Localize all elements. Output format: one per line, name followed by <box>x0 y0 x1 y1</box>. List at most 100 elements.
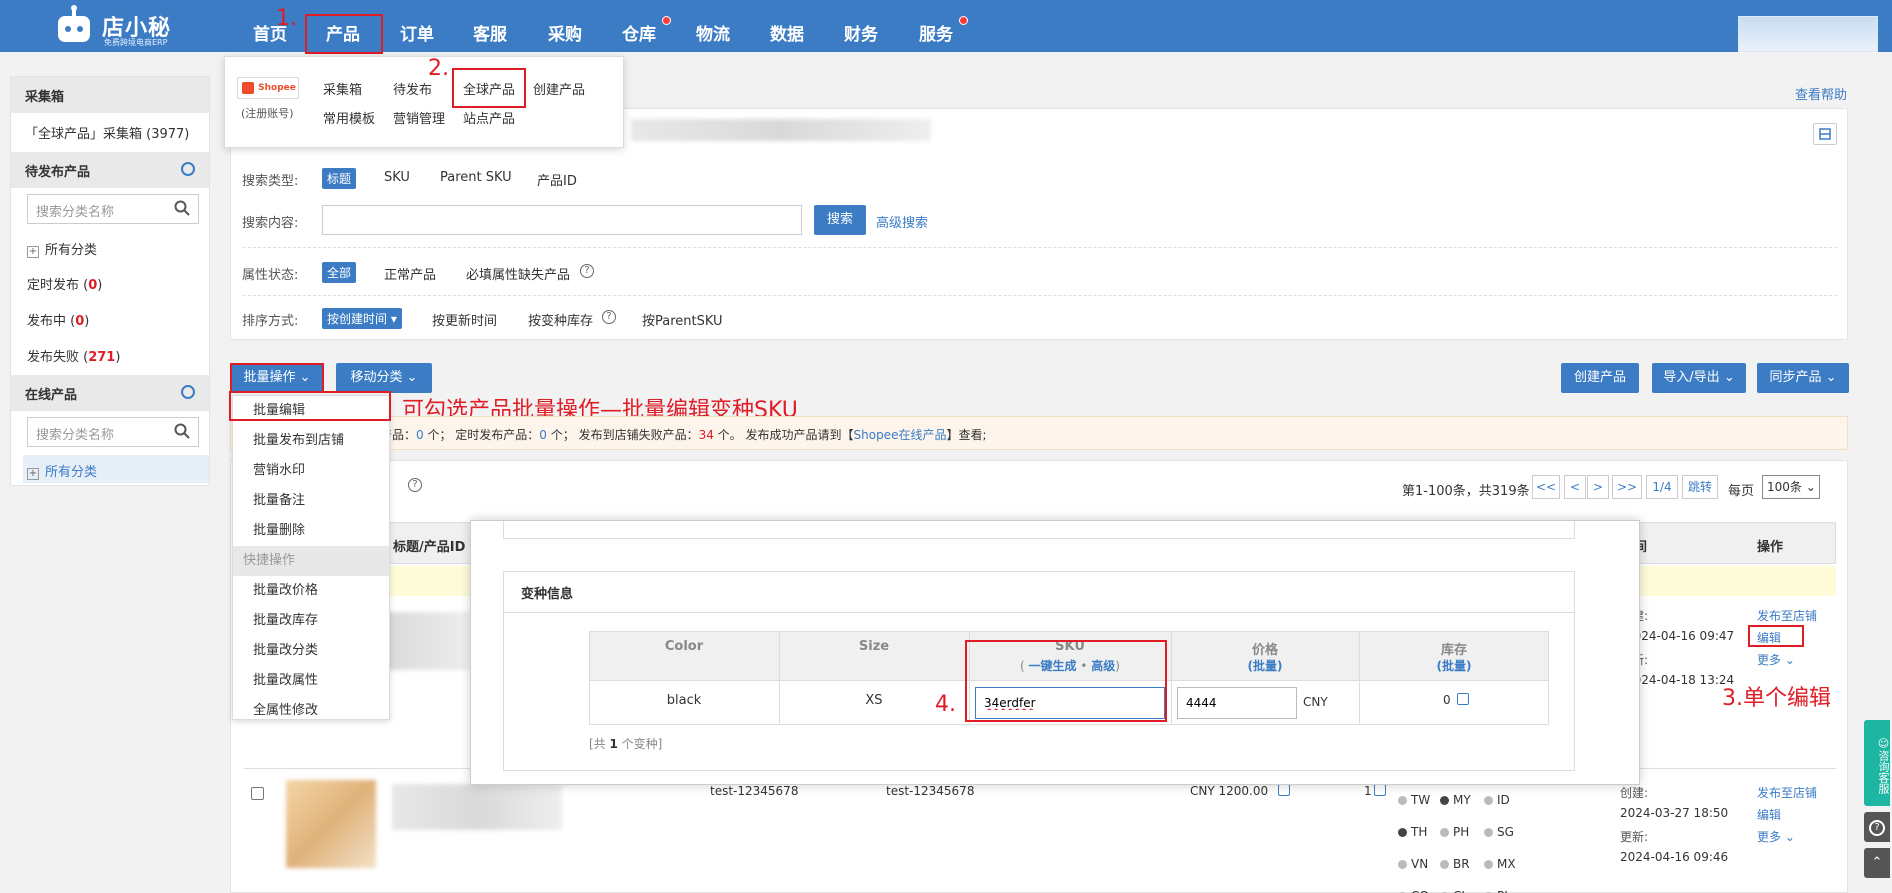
move-category-button[interactable]: 移动分类 ⌄ <box>336 363 432 393</box>
sort-by-stock[interactable]: 按变种库存 <box>528 310 593 329</box>
page-jump[interactable]: 跳转 <box>1682 475 1718 499</box>
row1-updated: 2024-04-18 13:24 <box>1626 673 1735 687</box>
batch-attr-item[interactable]: 批量改属性 <box>233 666 389 696</box>
search-type-title[interactable]: 标题 <box>322 168 357 189</box>
search-button[interactable]: 搜索 <box>814 205 866 235</box>
import-export-button[interactable]: 导入/导出 ⌄ <box>1652 363 1746 393</box>
sidebar-item-publishing[interactable]: 发布中 (0) <box>27 310 89 329</box>
nav-orders[interactable]: 订单 <box>385 20 449 45</box>
sidebar-item-global-collect[interactable]: 「全球产品」采集箱 (3977) <box>25 123 189 142</box>
product-thumbnail[interactable] <box>286 780 376 868</box>
back-to-top-button[interactable]: ⌃ <box>1864 848 1890 878</box>
page-number[interactable]: 1/4 <box>1646 475 1678 499</box>
brand-logo[interactable]: 店小秘 免费跨境电商ERP <box>52 4 182 48</box>
attr-all[interactable]: 全部 <box>322 262 357 283</box>
site-sg[interactable]: SG <box>1484 816 1524 848</box>
nav-warehouse[interactable]: 仓库 <box>607 20 671 45</box>
help-circle-icon[interactable]: ? <box>602 310 616 324</box>
batch-price-item[interactable]: 批量改价格 <box>233 576 389 606</box>
sort-by-updated[interactable]: 按更新时间 <box>432 310 497 329</box>
nav-logistics[interactable]: 物流 <box>681 20 745 45</box>
search-type-parent-sku[interactable]: Parent SKU <box>440 170 512 185</box>
site-cl[interactable]: CL <box>1440 880 1484 893</box>
search-content-input[interactable] <box>322 205 802 235</box>
help-link[interactable]: 查看帮助 <box>1795 84 1847 103</box>
site-ph[interactable]: PH <box>1440 816 1484 848</box>
search-icon[interactable] <box>174 200 190 220</box>
batch-stock-item[interactable]: 批量改库存 <box>233 606 389 636</box>
menu-pending[interactable]: 待发布 <box>393 79 432 98</box>
batch-publish-item[interactable]: 批量发布到店铺 <box>233 426 389 456</box>
shopee-online-link[interactable]: Shopee在线产品 <box>854 428 947 442</box>
edit-pencil-icon[interactable] <box>1457 693 1469 705</box>
nav-services[interactable]: 服务 <box>904 20 968 45</box>
page-prev[interactable]: < <box>1564 475 1586 499</box>
batch-category-item[interactable]: 批量改分类 <box>233 636 389 666</box>
sidebar-all-category[interactable]: + 所有分类 <box>27 239 97 258</box>
expand-icon[interactable]: + <box>27 246 39 258</box>
site-vn[interactable]: VN <box>1398 848 1440 880</box>
sidebar-online-all-category[interactable]: + 所有分类 <box>27 461 97 480</box>
site-co[interactable]: CO <box>1398 880 1440 893</box>
page-last[interactable]: >> <box>1612 475 1642 499</box>
site-th[interactable]: TH <box>1398 816 1440 848</box>
help-circle-icon[interactable]: ? <box>580 264 594 278</box>
search-type-product-id[interactable]: 产品ID <box>537 170 577 189</box>
site-mx[interactable]: MX <box>1484 848 1524 880</box>
per-page-select[interactable]: 100条 ⌄ <box>1762 475 1820 499</box>
page-first[interactable]: << <box>1532 475 1560 499</box>
help-float-button[interactable]: ? <box>1864 812 1890 842</box>
nav-customer-service[interactable]: 客服 <box>458 20 522 45</box>
expand-icon[interactable]: + <box>27 468 39 480</box>
full-attr-edit-item[interactable]: 全属性修改 <box>233 696 389 726</box>
page-next[interactable]: > <box>1587 475 1609 499</box>
search-icon[interactable] <box>174 423 190 443</box>
shopee-logo[interactable]: Shopee <box>237 77 299 99</box>
advanced-search-link[interactable]: 高级搜索 <box>876 212 928 231</box>
help-circle-icon[interactable]: ? <box>408 478 422 492</box>
row2-checkbox[interactable] <box>251 787 264 800</box>
create-product-button[interactable]: 创建产品 <box>1561 363 1639 393</box>
variant-price-input[interactable] <box>1177 687 1297 719</box>
site-tw[interactable]: TW <box>1398 784 1440 816</box>
nav-purchase[interactable]: 采购 <box>533 20 597 45</box>
collapse-icon[interactable] <box>1813 123 1837 145</box>
menu-templates[interactable]: 常用模板 <box>323 108 375 127</box>
sidebar-item-scheduled[interactable]: 定时发布 (0) <box>27 274 102 293</box>
search-type-sku[interactable]: SKU <box>384 170 410 185</box>
nav-finance[interactable]: 财务 <box>829 20 893 45</box>
sidebar-online-search[interactable]: 搜索分类名称 <box>27 417 199 447</box>
site-my[interactable]: MY <box>1440 784 1484 816</box>
sidebar-item-failed[interactable]: 发布失败 (271) <box>27 346 120 365</box>
site-br[interactable]: BR <box>1440 848 1484 880</box>
consult-service-button[interactable]: ☺咨询客服 <box>1864 720 1890 806</box>
user-avatar[interactable] <box>1738 16 1878 52</box>
row2-edit-link[interactable]: 编辑 <box>1757 806 1781 823</box>
row2-publish-link[interactable]: 发布至店铺 <box>1757 784 1817 801</box>
price-batch-link[interactable]: (批量) <box>1171 657 1359 674</box>
sort-by-parent-sku[interactable]: 按ParentSKU <box>642 310 723 329</box>
attr-missing[interactable]: 必填属性缺失产品 <box>466 264 570 283</box>
menu-marketing[interactable]: 营销管理 <box>393 108 445 127</box>
sort-by-created[interactable]: 按创建时间 ▾ <box>322 308 402 329</box>
row1-publish-link[interactable]: 发布至店铺 <box>1757 607 1817 624</box>
stock-batch-link[interactable]: (批量) <box>1359 657 1549 674</box>
batch-note-item[interactable]: 批量备注 <box>233 486 389 516</box>
gear-icon[interactable] <box>181 162 195 176</box>
row2-more-link[interactable]: 更多 ⌄ <box>1757 828 1795 845</box>
nav-data[interactable]: 数据 <box>755 20 819 45</box>
site-pl[interactable]: PL <box>1484 880 1524 893</box>
menu-site-products[interactable]: 站点产品 <box>463 108 515 127</box>
site-id[interactable]: ID <box>1484 784 1524 816</box>
menu-create-product[interactable]: 创建产品 <box>533 79 585 98</box>
menu-collect-box[interactable]: 采集箱 <box>323 79 362 98</box>
attr-normal[interactable]: 正常产品 <box>384 264 436 283</box>
sidebar-category-search[interactable]: 搜索分类名称 <box>27 194 199 224</box>
watermark-item[interactable]: 营销水印 <box>233 456 389 486</box>
sync-products-button[interactable]: 同步产品 ⌄ <box>1757 363 1849 393</box>
gear-icon[interactable] <box>181 385 195 399</box>
edit-pencil-icon[interactable] <box>1374 784 1386 796</box>
batch-delete-item[interactable]: 批量删除 <box>233 516 389 546</box>
row1-more-link[interactable]: 更多 ⌄ <box>1757 651 1795 668</box>
edit-pencil-icon[interactable] <box>1278 784 1290 796</box>
